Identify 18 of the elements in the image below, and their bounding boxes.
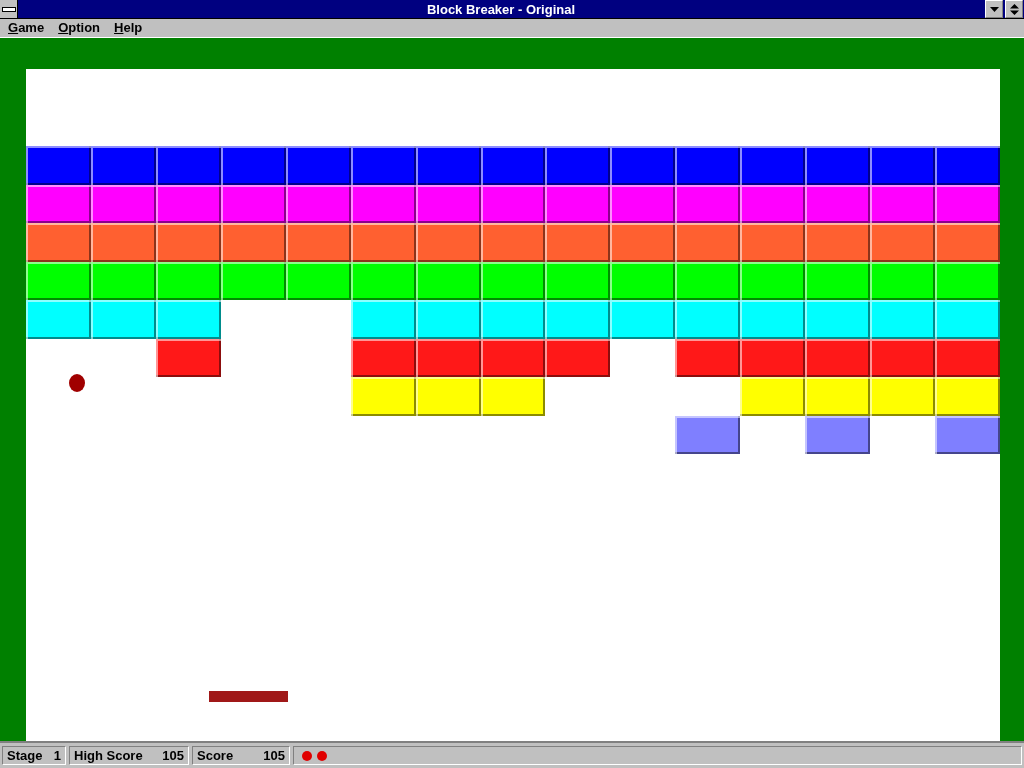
minimize-button[interactable] bbox=[985, 0, 1003, 18]
score-value: 105 bbox=[263, 748, 285, 763]
system-menu-button[interactable] bbox=[0, 0, 18, 18]
menu-item[interactable]: Option bbox=[51, 19, 108, 37]
menu-item[interactable]: Help bbox=[107, 19, 150, 37]
menu-item[interactable]: Game bbox=[1, 19, 52, 37]
ball bbox=[69, 374, 85, 392]
ball-icon bbox=[317, 750, 327, 761]
ball-icon bbox=[302, 750, 312, 761]
maximize-button[interactable] bbox=[1005, 0, 1023, 18]
high-score-value: 105 bbox=[162, 748, 184, 763]
up-down-triangles-icon bbox=[1009, 3, 1019, 15]
window-title: Block Breaker - Original bbox=[425, 1, 577, 17]
down-triangle-icon bbox=[989, 6, 999, 12]
score-label: Score bbox=[197, 748, 234, 763]
stage-value: 1 bbox=[53, 748, 61, 763]
high-score-label: High Score bbox=[74, 748, 143, 763]
stage-label: Stage bbox=[7, 748, 43, 763]
